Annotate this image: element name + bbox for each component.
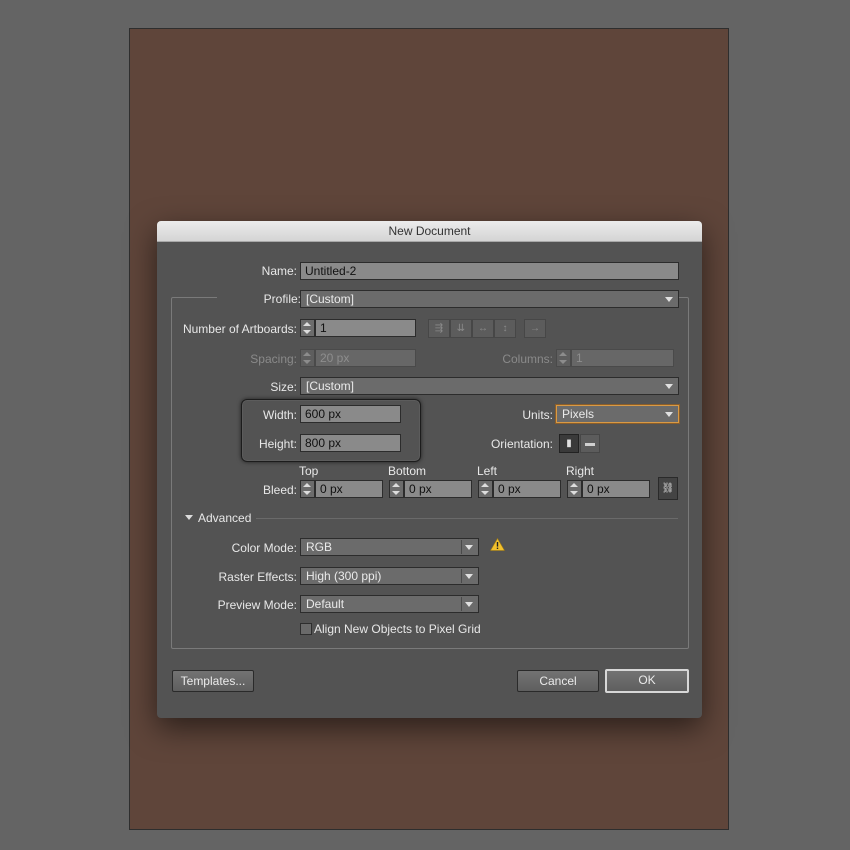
- size-select[interactable]: [Custom]: [300, 377, 679, 395]
- chevron-down-icon: [465, 574, 473, 579]
- chevron-down-icon: [465, 545, 473, 550]
- bleed-right-stepper[interactable]: [567, 480, 582, 498]
- bleed-label: Bleed:: [262, 483, 297, 497]
- disclosure-triangle-icon[interactable]: [185, 515, 193, 520]
- pixel-grid-label[interactable]: Align New Objects to Pixel Grid: [314, 622, 481, 636]
- chevron-down-icon: [665, 412, 673, 417]
- chevron-down-icon: [665, 297, 673, 302]
- grid-by-column-icon[interactable]: ⇊: [450, 319, 472, 338]
- units-label: Units:: [522, 408, 553, 422]
- stepper-down-icon: [303, 330, 311, 334]
- landscape-orientation-icon[interactable]: ▬: [580, 434, 600, 453]
- arrange-by-row-icon[interactable]: ↔: [472, 319, 494, 338]
- bleed-top-header: Top: [299, 464, 319, 478]
- units-value: Pixels: [562, 407, 595, 421]
- bleed-bottom-header: Bottom: [388, 464, 427, 478]
- artboards-stepper[interactable]: [300, 319, 315, 337]
- grid-by-row-icon[interactable]: ⇶: [428, 319, 450, 338]
- raster-effects-select[interactable]: High (300 ppi): [300, 567, 479, 585]
- portrait-orientation-icon[interactable]: ▮: [559, 434, 579, 453]
- link-chain-icon[interactable]: ⛓: [658, 477, 678, 500]
- height-field[interactable]: 800 px: [300, 434, 401, 452]
- bleed-top-stepper[interactable]: [300, 480, 315, 498]
- bleed-right-field[interactable]: 0 px: [582, 480, 650, 498]
- color-mode-label: Color Mode:: [231, 541, 297, 555]
- arrange-by-column-icon[interactable]: ↕: [494, 319, 516, 338]
- stepper-down-icon: [559, 360, 567, 364]
- profile-select[interactable]: [Custom]: [300, 290, 679, 308]
- pixel-grid-checkbox[interactable]: [300, 623, 312, 635]
- bleed-left-stepper[interactable]: [478, 480, 493, 498]
- profile-label: Profile:: [217, 292, 301, 306]
- new-document-dialog: New Document Name: Untitled-2 Profile: […: [157, 221, 702, 718]
- spacing-stepper[interactable]: [300, 349, 315, 367]
- ok-button[interactable]: OK: [605, 669, 689, 693]
- stepper-up-icon: [392, 483, 400, 487]
- name-label: Name:: [261, 264, 297, 278]
- layout-direction-icon[interactable]: →: [524, 319, 546, 338]
- chevron-down-icon: [465, 602, 473, 607]
- dialog-title: New Document: [157, 221, 702, 242]
- stepper-down-icon: [303, 491, 311, 495]
- chevron-down-icon: [665, 384, 673, 389]
- stepper-up-icon: [559, 352, 567, 356]
- orientation-label: Orientation:: [490, 437, 553, 451]
- name-field[interactable]: Untitled-2: [300, 262, 679, 280]
- preview-mode-label: Preview Mode:: [217, 598, 297, 612]
- height-label: Height:: [258, 437, 297, 451]
- raster-effects-value: High (300 ppi): [306, 569, 382, 583]
- spacing-field[interactable]: 20 px: [315, 349, 416, 367]
- width-field[interactable]: 600 px: [300, 405, 401, 423]
- stepper-down-icon: [392, 491, 400, 495]
- stepper-up-icon: [303, 483, 311, 487]
- templates-button[interactable]: Templates...: [172, 670, 254, 692]
- units-select[interactable]: Pixels: [556, 405, 679, 423]
- stepper-down-icon: [481, 491, 489, 495]
- advanced-divider: [256, 518, 678, 519]
- bleed-bottom-stepper[interactable]: [389, 480, 404, 498]
- width-label: Width:: [262, 408, 297, 422]
- columns-label: Columns:: [502, 352, 553, 366]
- artboards-label: Number of Artboards:: [182, 322, 297, 336]
- stepper-down-icon: [303, 360, 311, 364]
- bleed-bottom-field[interactable]: 0 px: [404, 480, 472, 498]
- columns-stepper[interactable]: [556, 349, 571, 367]
- raster-effects-label: Raster Effects:: [218, 570, 297, 584]
- warning-icon: [490, 538, 505, 551]
- artboards-field[interactable]: 1: [315, 319, 416, 337]
- advanced-label[interactable]: Advanced: [198, 511, 251, 525]
- size-label: Size:: [270, 380, 297, 394]
- preview-mode-value: Default: [306, 597, 345, 611]
- stepper-up-icon: [303, 322, 311, 326]
- size-value: [Custom]: [306, 379, 355, 393]
- stepper-up-icon: [481, 483, 489, 487]
- preview-mode-select[interactable]: Default: [300, 595, 479, 613]
- stepper-up-icon: [570, 483, 578, 487]
- bleed-right-header: Right: [566, 464, 595, 478]
- stepper-up-icon: [303, 352, 311, 356]
- color-mode-value: RGB: [306, 540, 333, 554]
- bleed-top-field[interactable]: 0 px: [315, 480, 383, 498]
- bleed-left-header: Left: [477, 464, 498, 478]
- stepper-down-icon: [570, 491, 578, 495]
- cancel-button[interactable]: Cancel: [517, 670, 599, 692]
- profile-value: [Custom]: [306, 292, 355, 306]
- bleed-left-field[interactable]: 0 px: [493, 480, 561, 498]
- spacing-label: Spacing:: [250, 352, 297, 366]
- columns-field[interactable]: 1: [571, 349, 674, 367]
- color-mode-select[interactable]: RGB: [300, 538, 479, 556]
